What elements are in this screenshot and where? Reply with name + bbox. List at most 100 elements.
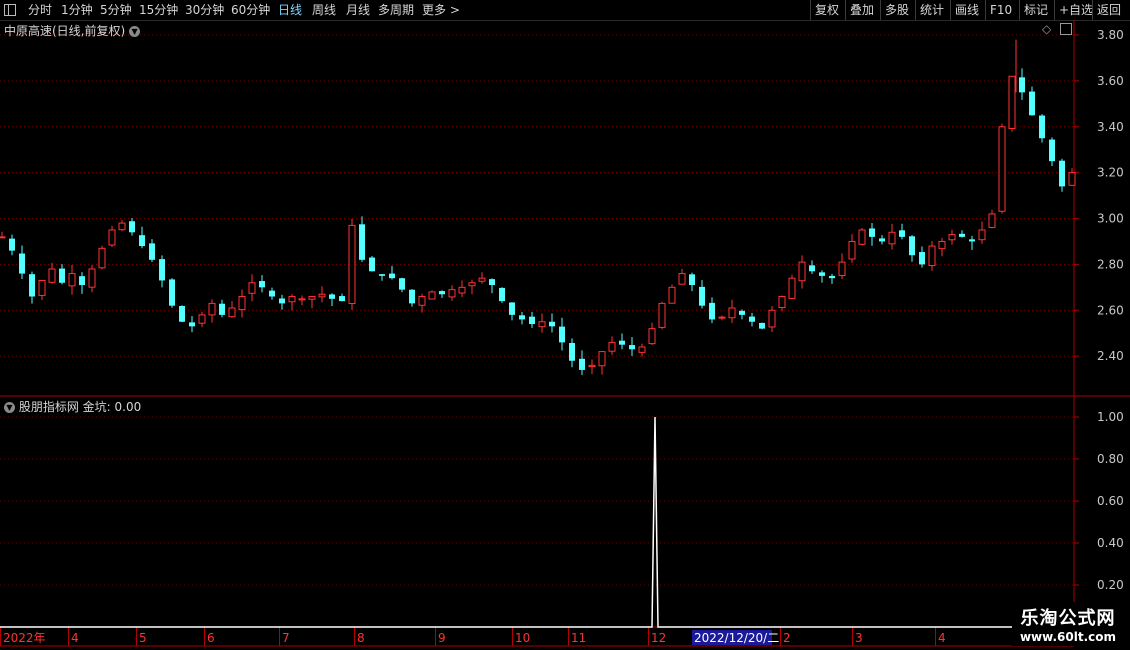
candle-body bbox=[0, 236, 6, 239]
month-label: 2022年 bbox=[3, 631, 46, 645]
chart-canvas[interactable]: 3.80 3.60 3.40 3.20 3.00 2.80 2.60 2.40 1.00 0.80… bbox=[0, 0, 1130, 650]
candle-body bbox=[728, 307, 736, 319]
candle-body bbox=[549, 321, 555, 327]
candle-body bbox=[658, 302, 666, 328]
cursor-date-label: 2022/12/20/二 bbox=[694, 631, 779, 645]
candle-body bbox=[668, 286, 676, 304]
indicator-series bbox=[0, 416, 1074, 628]
candle-body bbox=[108, 229, 116, 246]
candle-body bbox=[648, 328, 656, 345]
candle-body bbox=[569, 342, 575, 361]
panel-toggle-small-icon[interactable] bbox=[1060, 23, 1072, 35]
chevron-down-icon[interactable]: ▼ bbox=[4, 402, 15, 413]
candle-body bbox=[228, 307, 236, 318]
candle-body bbox=[468, 282, 476, 287]
candle-body bbox=[208, 302, 216, 316]
candle-body bbox=[129, 221, 135, 233]
candle-body bbox=[638, 346, 646, 353]
candle-body bbox=[399, 278, 405, 290]
candle-body bbox=[1049, 139, 1055, 162]
candle-body bbox=[48, 268, 56, 283]
candle-body bbox=[428, 291, 436, 300]
candle-body bbox=[768, 309, 776, 328]
candle-body bbox=[608, 341, 616, 352]
candle-body bbox=[829, 275, 835, 279]
candle-body bbox=[969, 239, 975, 242]
candle-body bbox=[179, 306, 185, 322]
indicator-title-bar[interactable]: ▼ 股朋指标网 金坑: 0.00 bbox=[4, 398, 141, 415]
month-label: 11 bbox=[571, 631, 586, 645]
candle-body bbox=[888, 231, 896, 245]
month-label: 9 bbox=[438, 631, 446, 645]
signal-line bbox=[0, 416, 1074, 628]
candle-body bbox=[529, 316, 535, 325]
chevron-down-icon[interactable]: ▼ bbox=[129, 26, 141, 37]
candle-body bbox=[699, 286, 705, 306]
candle-body bbox=[409, 289, 415, 304]
candle-body bbox=[778, 296, 786, 309]
candle-body bbox=[848, 240, 856, 260]
month-label: 4 bbox=[938, 631, 946, 645]
candle-body bbox=[279, 298, 285, 304]
candle-body bbox=[1029, 91, 1035, 116]
candle-body bbox=[259, 281, 265, 288]
candle-body bbox=[718, 316, 726, 319]
candle-body bbox=[369, 257, 375, 272]
candle-body bbox=[938, 240, 946, 250]
candle-body bbox=[98, 247, 106, 269]
candle-body bbox=[959, 233, 965, 237]
candle-body bbox=[909, 236, 915, 256]
candle-body bbox=[269, 290, 275, 297]
candle-body bbox=[1039, 115, 1045, 139]
indicator-value: 金坑: 0.00 bbox=[82, 400, 142, 414]
watermark-title: 乐淘公式网 bbox=[1020, 608, 1116, 629]
candle-body bbox=[499, 287, 505, 302]
candle-body bbox=[629, 345, 635, 350]
watermark-url: www.60lt.com bbox=[1019, 630, 1116, 644]
candle-body bbox=[788, 277, 796, 299]
candle-body bbox=[538, 321, 546, 328]
price-tick-label: 3.40 bbox=[1097, 120, 1124, 134]
candle-body bbox=[439, 291, 445, 295]
candle-body bbox=[118, 222, 126, 231]
candle-body bbox=[678, 273, 686, 285]
watermark: 乐淘公式网 www.60lt.com bbox=[1011, 602, 1124, 646]
indicator-tick-label: 0.40 bbox=[1097, 536, 1124, 550]
candle-body bbox=[519, 315, 525, 320]
price-tick-label: 3.00 bbox=[1097, 212, 1124, 226]
price-tick-label: 2.60 bbox=[1097, 303, 1124, 317]
candle-body bbox=[198, 314, 206, 324]
candle-body bbox=[418, 296, 426, 306]
candle-body bbox=[1059, 160, 1065, 187]
candle-body bbox=[1008, 75, 1016, 130]
candle-body bbox=[9, 238, 15, 251]
candle-body bbox=[919, 252, 925, 265]
candle-body bbox=[238, 296, 246, 311]
month-label: 8 bbox=[357, 631, 365, 645]
candle-body bbox=[348, 224, 356, 304]
candle-body bbox=[509, 302, 515, 315]
candle-body bbox=[879, 238, 885, 242]
candle-body bbox=[489, 279, 495, 286]
candle-body bbox=[29, 274, 35, 297]
candle-body bbox=[858, 229, 866, 245]
indicator-tick-label: 0.80 bbox=[1097, 452, 1124, 466]
candle-body bbox=[759, 322, 765, 329]
candle-body bbox=[379, 274, 385, 276]
grid-lines bbox=[0, 34, 1074, 586]
candle-body bbox=[169, 279, 175, 306]
candle-body bbox=[978, 229, 986, 241]
main-chart-title-bar[interactable]: 中原高速(日线,前复权) ▼ bbox=[4, 22, 141, 39]
candle-body bbox=[869, 228, 875, 237]
month-label: 5 bbox=[139, 631, 147, 645]
candle-body bbox=[838, 261, 846, 277]
candle-body bbox=[79, 276, 85, 286]
candle-body bbox=[139, 235, 145, 247]
price-tick-label: 2.40 bbox=[1097, 349, 1124, 363]
price-tick-label: 3.60 bbox=[1097, 74, 1124, 88]
candle-body bbox=[339, 296, 345, 302]
candle-body bbox=[59, 268, 65, 283]
candle-body bbox=[88, 268, 96, 288]
month-label: 10 bbox=[515, 631, 530, 645]
diamond-icon[interactable]: ◇ bbox=[1042, 22, 1051, 36]
